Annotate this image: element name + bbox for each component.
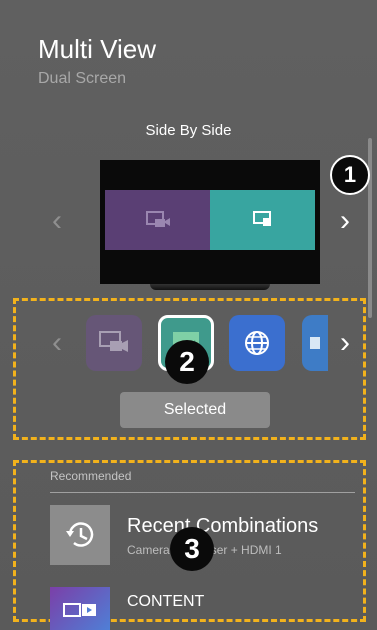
callout-badge-3: 3 bbox=[170, 527, 214, 571]
layout-prev-button[interactable]: ‹ bbox=[52, 206, 62, 236]
recommended-item-title: Recent Combinations bbox=[127, 515, 319, 537]
recommended-item-title: CONTENT bbox=[127, 593, 205, 610]
callout-badge-2: 2 bbox=[165, 340, 209, 384]
camera-icon bbox=[146, 211, 170, 227]
selected-button[interactable]: Selected bbox=[120, 392, 270, 428]
scrollbar[interactable] bbox=[368, 138, 372, 318]
app-prev-button[interactable]: ‹ bbox=[52, 328, 62, 358]
app-tile-partial[interactable] bbox=[302, 315, 328, 371]
app-tile-camera[interactable] bbox=[86, 315, 142, 371]
divider bbox=[50, 492, 355, 493]
history-icon bbox=[50, 505, 110, 565]
chevron-left-icon: ‹ bbox=[52, 204, 62, 237]
left-screen-preview bbox=[105, 190, 210, 250]
right-screen-preview bbox=[210, 190, 315, 250]
content-icon bbox=[50, 587, 110, 630]
camera-icon bbox=[99, 331, 128, 352]
multi-view-panel: Multi View Dual Screen Side By Side ‹ › … bbox=[0, 0, 377, 630]
globe-icon bbox=[245, 331, 269, 355]
recommended-header: Recommended bbox=[50, 469, 132, 483]
page-title: Multi View bbox=[38, 34, 157, 64]
app-icon bbox=[310, 337, 320, 349]
page-subtitle: Dual Screen bbox=[38, 70, 127, 87]
chevron-left-icon: ‹ bbox=[52, 326, 62, 359]
layout-next-button[interactable]: › bbox=[340, 206, 350, 236]
chevron-right-icon: › bbox=[340, 326, 350, 359]
tv-stand bbox=[150, 284, 270, 290]
layout-mode-label: Side By Side bbox=[145, 122, 232, 139]
app-next-button[interactable]: › bbox=[340, 328, 350, 358]
screen-share-icon bbox=[253, 211, 271, 226]
callout-badge-1: 1 bbox=[330, 155, 370, 195]
tv-preview bbox=[100, 160, 320, 284]
chevron-right-icon: › bbox=[340, 204, 350, 237]
app-tile-browser[interactable] bbox=[229, 315, 285, 371]
